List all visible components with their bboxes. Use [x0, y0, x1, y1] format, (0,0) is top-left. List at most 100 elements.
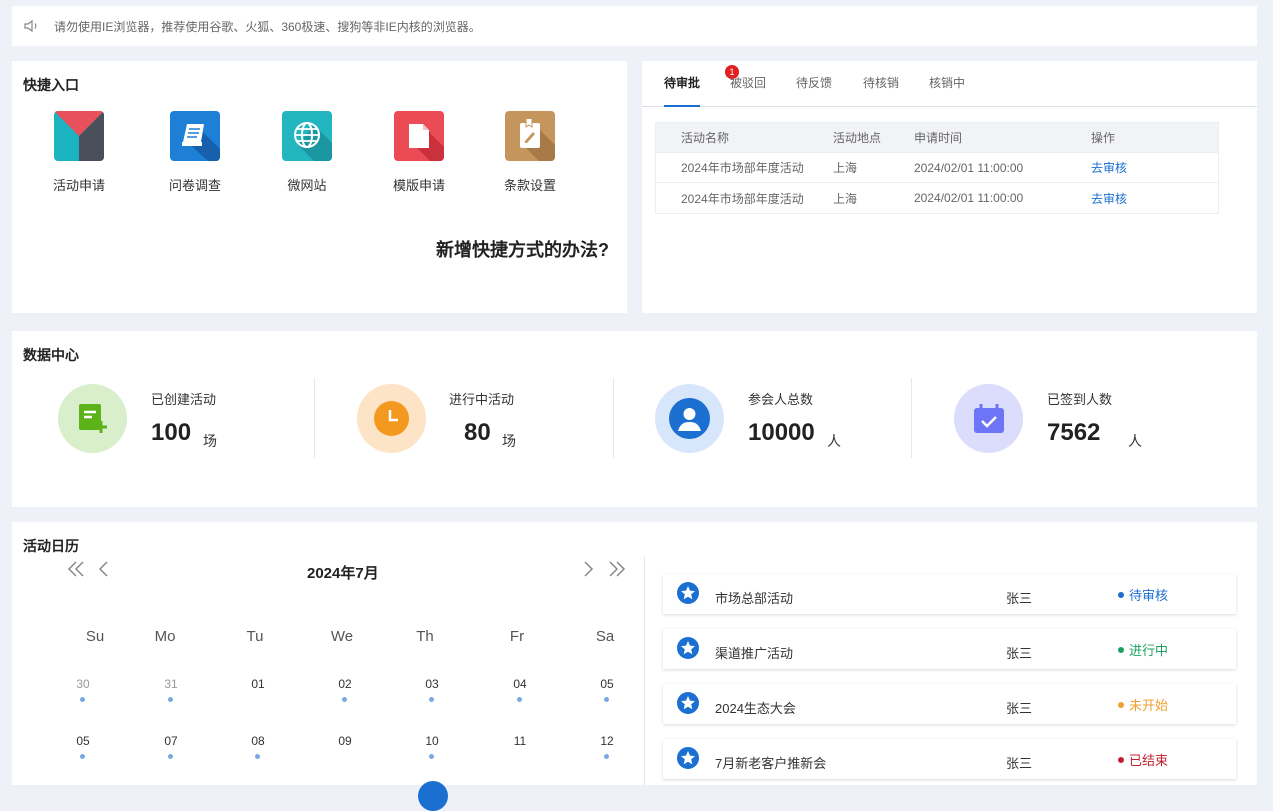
quick-entry-panel: 快捷入口 活动申请 问卷调查 微网站 模版申请 条款设置 新增快捷方式的办法? [12, 61, 627, 313]
stat-created-activities: 已创建活动 100 场 [12, 383, 310, 459]
cell-place: 上海 [833, 161, 858, 175]
quick-item-label: 微网站 [287, 178, 327, 193]
data-center-title: 数据中心 [23, 347, 79, 363]
selected-day-marker[interactable] [418, 781, 448, 811]
globe-icon [282, 111, 332, 161]
star-icon [677, 637, 699, 659]
create-activity-icon [58, 384, 127, 453]
star-icon [677, 582, 699, 604]
calendar-day[interactable]: 12 [587, 734, 627, 759]
table-header: 活动名称 活动地点 申请时间 操作 [656, 123, 1218, 153]
quick-item-template[interactable]: 模版申请 [379, 111, 459, 194]
event-item[interactable]: 2024生态大会 张三 未开始 [663, 684, 1236, 724]
quick-item-activity[interactable]: 活动申请 [39, 111, 119, 194]
review-link[interactable]: 去审核 [1091, 161, 1127, 175]
stat-checked-in: 已签到人数 7562 人 [908, 383, 1206, 459]
calendar-day[interactable]: 05 [63, 734, 103, 759]
calendar-day[interactable]: 07 [151, 734, 191, 759]
calendar-check-icon [954, 384, 1023, 453]
approval-panel: 待审批 1 被驳回 待反馈 待核销 核销中 活动名称 活动地点 申请时间 操作 … [642, 61, 1257, 313]
prev-month-icon[interactable] [97, 560, 109, 583]
event-item[interactable]: 7月新老客户推新会 张三 已结束 [663, 739, 1236, 779]
quick-item-terms[interactable]: 条款设置 [490, 111, 570, 194]
calendar-day[interactable]: 11 [500, 734, 540, 748]
column-header: 操作 [1091, 131, 1116, 145]
next-month-icon[interactable] [583, 560, 595, 583]
calendar-day[interactable]: 01 [238, 677, 278, 691]
survey-icon [170, 111, 220, 161]
calendar-day[interactable]: 08 [238, 734, 278, 759]
stat-ongoing-activities: 进行中活动 80 场 [311, 383, 609, 459]
cell-time: 2024/02/01 11:00:00 [914, 160, 1024, 175]
calendar-day[interactable]: 30 [63, 677, 103, 702]
calendar-day[interactable]: 04 [500, 677, 540, 702]
stat-label: 已签到人数 [1047, 392, 1113, 407]
stat-unit: 人 [1128, 433, 1142, 449]
stat-value: 7562 [1047, 419, 1101, 446]
status-badge: 已结束 [1118, 750, 1168, 769]
event-item[interactable]: 市场总部活动 张三 待审核 [663, 574, 1236, 614]
tab-label: 待审批 [664, 76, 701, 90]
stat-unit: 场 [203, 433, 217, 449]
weekday-label: Th [416, 628, 434, 645]
calendar-day[interactable]: 05 [587, 677, 627, 702]
review-link[interactable]: 去审核 [1091, 192, 1127, 206]
notice-text: 请勿使用IE浏览器，推荐使用谷歌、火狐、360极速、搜狗等非IE内核的浏览器。 [54, 19, 481, 34]
status-badge: 待审核 [1118, 585, 1168, 604]
weekday-label: We [330, 628, 354, 645]
document-icon [394, 111, 444, 161]
divider [644, 557, 645, 785]
cell-activity-name: 2024年市场部年度活动 [681, 161, 804, 175]
tab-rejected[interactable]: 被驳回 [730, 61, 766, 107]
weekday-label: Su [85, 628, 105, 645]
terms-icon [505, 111, 555, 161]
notice-bar: 请勿使用IE浏览器，推荐使用谷歌、火狐、360极速、搜狗等非IE内核的浏览器。 [12, 6, 1257, 46]
star-icon [677, 747, 699, 769]
calendar-month: 2024年7月 [307, 565, 379, 582]
stat-total-attendees: 参会人总数 10000 人 [609, 383, 907, 459]
tab-pending-approval[interactable]: 待审批 1 [664, 61, 739, 107]
quick-item-label: 条款设置 [503, 178, 556, 193]
quick-item-label: 活动申请 [52, 178, 105, 193]
event-owner: 张三 [1006, 646, 1033, 661]
event-name: 2024生态大会 [715, 701, 796, 716]
weekday-label: Tu [246, 628, 264, 645]
event-item[interactable]: 渠道推广活动 张三 进行中 [663, 629, 1236, 669]
data-center-panel: 数据中心 已创建活动 100 场 进行中活动 80 场 参会人总数 10000 … [12, 331, 1257, 507]
tab-pending-feedback[interactable]: 待反馈 [796, 61, 832, 107]
add-shortcut-help-link[interactable]: 新增快捷方式的办法? [436, 236, 609, 262]
calendar-day[interactable]: 09 [325, 734, 365, 748]
event-name: 市场总部活动 [715, 591, 794, 606]
event-owner: 张三 [1006, 701, 1033, 716]
calendar-day[interactable]: 31 [151, 677, 191, 702]
cell-time: 2024/02/01 11:00:00 [914, 191, 1024, 205]
column-header: 活动地点 [833, 131, 882, 145]
quick-item-website[interactable]: 微网站 [267, 111, 347, 194]
quick-item-survey[interactable]: 问卷调查 [155, 111, 235, 194]
stat-label: 进行中活动 [449, 392, 515, 407]
tab-writeoff-in-progress[interactable]: 核销中 [929, 61, 965, 107]
star-icon [677, 692, 699, 714]
approval-table: 活动名称 活动地点 申请时间 操作 2024年市场部年度活动 上海 2024/0… [655, 122, 1219, 214]
calendar-title: 活动日历 [23, 538, 79, 554]
event-name: 渠道推广活动 [715, 646, 794, 661]
quick-item-label: 问卷调查 [168, 178, 221, 193]
stat-unit: 人 [827, 433, 841, 449]
column-header: 申请时间 [914, 131, 963, 145]
prev-year-icon[interactable] [67, 560, 85, 583]
speaker-icon [24, 18, 42, 34]
column-header: 活动名称 [681, 131, 730, 145]
calendar-day[interactable]: 02 [325, 677, 365, 702]
next-year-icon[interactable] [608, 560, 626, 583]
calendar-day[interactable]: 03 [412, 677, 452, 702]
event-name: 7月新老客户推新会 [715, 756, 827, 771]
calendar-day[interactable]: 10 [412, 734, 452, 759]
stat-label: 已创建活动 [151, 392, 217, 407]
status-badge: 未开始 [1118, 695, 1168, 714]
clock-icon [357, 384, 426, 453]
activity-icon [54, 111, 104, 161]
tab-pending-writeoff[interactable]: 待核销 [863, 61, 899, 107]
cell-activity-name: 2024年市场部年度活动 [681, 191, 804, 206]
user-icon [655, 384, 724, 453]
event-owner: 张三 [1006, 756, 1033, 771]
